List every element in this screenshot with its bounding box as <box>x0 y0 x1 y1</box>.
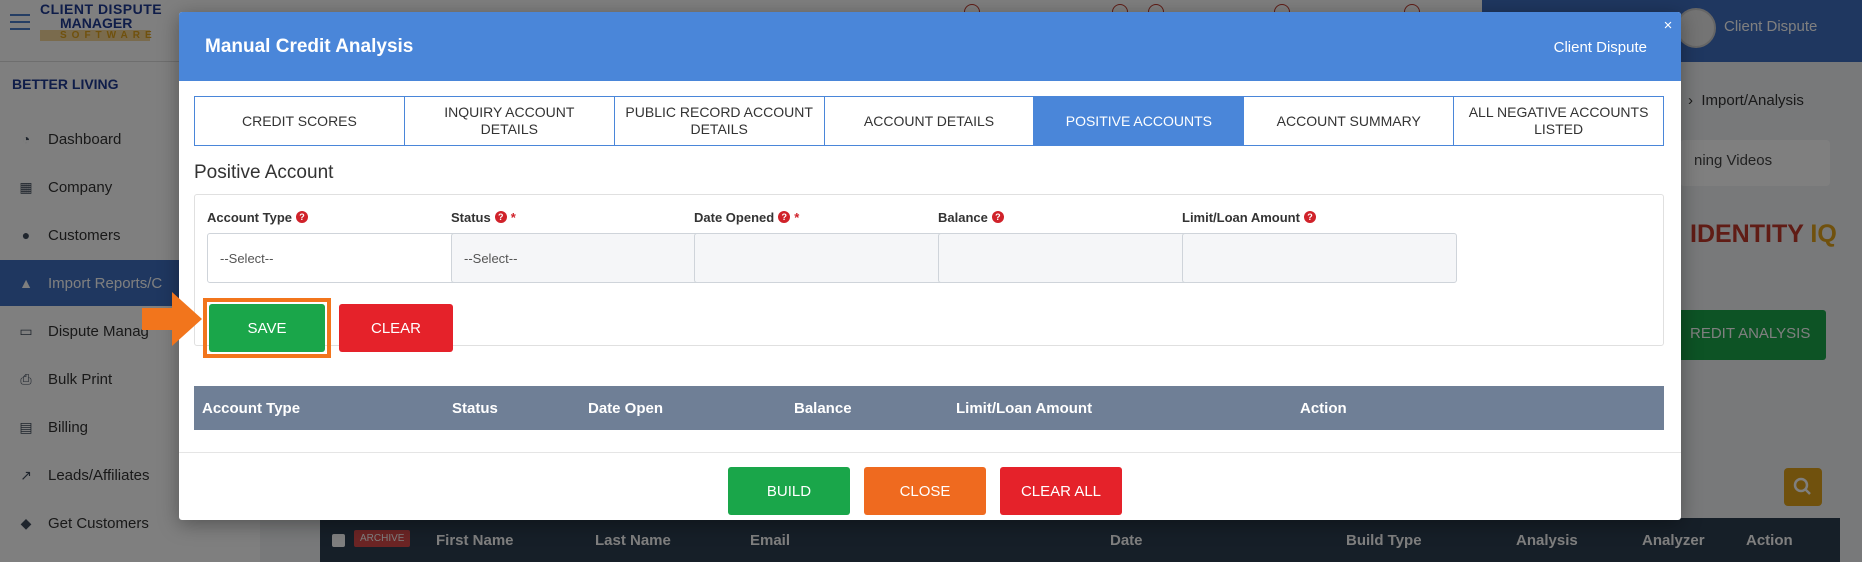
tab-positive-accounts[interactable]: POSITIVE ACCOUNTS <box>1034 97 1245 145</box>
tab-account-details[interactable]: ACCOUNT DETAILS <box>824 97 1035 145</box>
date-opened-label: Date Opened? * <box>694 209 969 225</box>
table-header-action: Action <box>1300 400 1347 417</box>
section-title: Positive Account <box>194 162 334 183</box>
account-type-select[interactable]: --Select-- <box>207 233 482 283</box>
credit-tabs: CREDIT SCORES INQUIRY ACCOUNT DETAILS PU… <box>194 96 1664 146</box>
table-header-status: Status <box>452 400 498 417</box>
limit-loan-amount-field: Limit/Loan Amount? <box>1182 209 1457 283</box>
table-header-account-type: Account Type <box>202 400 301 417</box>
modal-title: Manual Credit Analysis <box>205 36 414 57</box>
modal-footer-divider <box>179 452 1681 453</box>
close-icon[interactable]: × <box>1661 18 1675 33</box>
field-label-text: Account Type <box>207 209 292 225</box>
close-button[interactable]: CLOSE <box>864 467 986 515</box>
status-select[interactable]: --Select-- <box>451 233 726 283</box>
pointer-arrow-icon <box>142 292 202 346</box>
balance-input[interactable] <box>938 233 1213 283</box>
help-icon[interactable]: ? <box>1303 211 1316 223</box>
modal-header: Manual Credit Analysis Client Dispute × <box>179 12 1681 81</box>
tab-inquiry-account-details[interactable]: INQUIRY ACCOUNT DETAILS <box>404 97 615 145</box>
help-icon[interactable]: ? <box>991 211 1004 223</box>
tab-public-record-account-details[interactable]: PUBLIC RECORD ACCOUNT DETAILS <box>614 97 825 145</box>
tab-account-summary[interactable]: ACCOUNT SUMMARY <box>1244 97 1455 145</box>
clear-button[interactable]: CLEAR <box>339 304 453 352</box>
select-value: --Select-- <box>464 251 518 266</box>
help-icon[interactable]: ? <box>494 211 507 223</box>
save-highlight-box <box>203 298 331 358</box>
field-label-text: Limit/Loan Amount <box>1182 209 1300 225</box>
date-opened-input[interactable] <box>694 233 969 283</box>
tab-credit-scores[interactable]: CREDIT SCORES <box>195 97 405 145</box>
build-button[interactable]: BUILD <box>728 467 850 515</box>
tab-all-negative-accounts-listed[interactable]: ALL NEGATIVE ACCOUNTS LISTED <box>1454 97 1664 145</box>
status-field: Status? * --Select-- <box>451 209 726 283</box>
help-icon[interactable]: ? <box>296 211 308 223</box>
manual-credit-analysis-modal: Manual Credit Analysis Client Dispute × … <box>179 12 1681 520</box>
balance-field: Balance? <box>938 209 1213 283</box>
clear-all-button[interactable]: CLEAR ALL <box>1000 467 1122 515</box>
balance-label: Balance? <box>938 209 1213 225</box>
limit-loan-amount-input[interactable] <box>1182 233 1457 283</box>
select-value: --Select-- <box>220 251 274 266</box>
table-header-balance: Balance <box>794 400 852 417</box>
required-marker: * <box>510 209 516 225</box>
field-label-text: Date Opened <box>694 209 775 225</box>
account-type-label: Account Type? <box>207 209 482 225</box>
required-marker: * <box>794 209 800 225</box>
account-type-field: Account Type? --Select-- <box>207 209 482 283</box>
table-header-date-open: Date Open <box>588 400 664 417</box>
help-icon[interactable]: ? <box>778 211 791 223</box>
field-label-text: Balance <box>938 209 988 225</box>
modal-brand: Client Dispute <box>1553 39 1647 56</box>
field-label-text: Status <box>451 209 491 225</box>
limit-loan-amount-label: Limit/Loan Amount? <box>1182 209 1457 225</box>
status-label: Status? * <box>451 209 726 225</box>
date-opened-field: Date Opened? * <box>694 209 969 283</box>
table-header-limit-loan-amount: Limit/Loan Amount <box>956 400 1093 417</box>
positive-accounts-table-header: Account Type Status Date Open Balance Li… <box>194 386 1664 430</box>
